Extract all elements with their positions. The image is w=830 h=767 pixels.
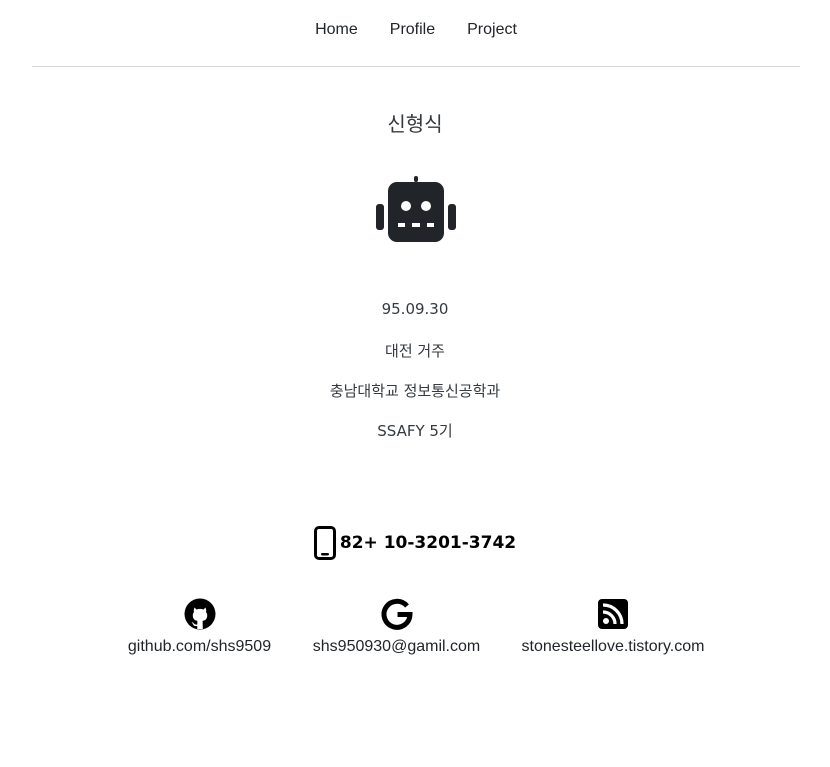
- nav-home-link[interactable]: Home: [315, 21, 358, 39]
- profile-school: 충남대학교 정보통신공학과: [329, 382, 501, 400]
- nav-profile-link[interactable]: Profile: [390, 21, 435, 39]
- blog-link-label: stonesteellove.tistory.com: [521, 638, 705, 655]
- mobile-phone-icon: [313, 526, 336, 560]
- blog-link[interactable]: stonesteellove.tistory.com: [519, 598, 707, 656]
- phone-row: 82+ 10-3201-3742: [0, 525, 830, 561]
- google-email-link[interactable]: shs950930@gamil.com: [313, 598, 480, 656]
- profile-name: 신형식: [387, 112, 443, 136]
- profile-birth: 95.09.30: [381, 300, 449, 318]
- profile-ssafy: SSAFY 5기: [377, 422, 453, 440]
- phone-number: 82+ 10-3201-3742: [339, 533, 517, 553]
- github-link-label: github.com/shs9509: [127, 638, 272, 655]
- google-email-label: shs950930@gamil.com: [312, 638, 481, 655]
- top-nav: Home Profile Project: [32, 0, 800, 67]
- github-link[interactable]: github.com/shs9509: [126, 598, 273, 656]
- nav-project-link[interactable]: Project: [467, 21, 517, 39]
- robot-icon: [376, 176, 456, 242]
- profile-location: 대전 거주: [385, 342, 445, 360]
- github-icon: [184, 598, 215, 630]
- google-icon: [381, 598, 413, 630]
- rss-icon: [598, 599, 628, 629]
